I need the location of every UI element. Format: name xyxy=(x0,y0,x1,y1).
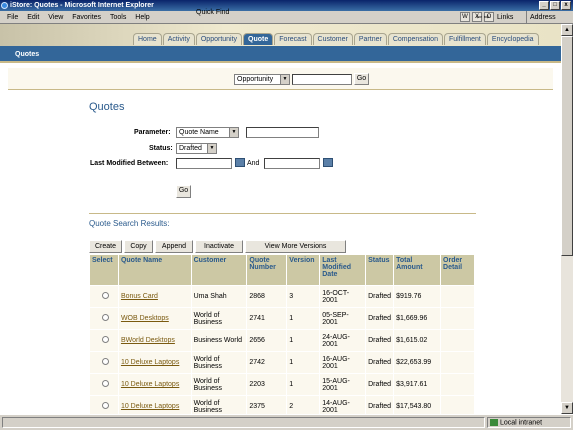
zone-indicator: Local intranet xyxy=(490,419,542,426)
quote-number-cell: 2741 xyxy=(246,307,288,330)
column-header[interactable]: Version xyxy=(286,254,321,286)
order-detail-cell xyxy=(440,373,475,396)
column-header[interactable]: Quote Number xyxy=(246,254,288,286)
quote-name-link[interactable]: 10 Deluxe Laptops xyxy=(121,359,179,366)
status-cell: Drafted xyxy=(365,307,395,330)
column-header[interactable]: Quote Name xyxy=(117,254,192,286)
column-header[interactable]: Last Modified Date xyxy=(319,254,367,286)
column-header[interactable]: Customer xyxy=(190,254,248,286)
quote-name-link[interactable]: 10 Deluxe Laptops xyxy=(121,381,179,388)
quote-number-cell: 2375 xyxy=(246,395,288,414)
amount-cell: $919.76 xyxy=(393,285,442,308)
vertical-scrollbar[interactable]: ▲ ▼ xyxy=(561,24,573,414)
version-cell: 1 xyxy=(286,329,321,352)
date-cell: 16-AUG-2001 xyxy=(319,351,367,374)
status-text-pane xyxy=(2,417,485,428)
column-header[interactable]: Select xyxy=(89,254,119,286)
version-cell: 3 xyxy=(286,285,321,308)
column-header[interactable]: Status xyxy=(365,254,395,286)
order-detail-cell xyxy=(440,307,475,330)
customer-cell: World of Business xyxy=(190,373,248,396)
status-cell: Drafted xyxy=(365,351,395,374)
table-header-row: Select Quote Name Customer Quote Number … xyxy=(89,254,475,286)
table-row: 10 Deluxe Laptops World of Business 2742… xyxy=(89,351,475,374)
version-cell: 1 xyxy=(286,351,321,374)
order-detail-cell xyxy=(440,285,475,308)
customer-cell: World of Business xyxy=(190,351,248,374)
amount-cell: $3,917.61 xyxy=(393,373,442,396)
version-cell: 2 xyxy=(286,395,321,414)
order-detail-cell xyxy=(440,395,475,414)
status-cell: Drafted xyxy=(365,285,395,308)
order-detail-cell xyxy=(440,329,475,352)
row-select-radio[interactable] xyxy=(102,380,109,387)
date-cell: 14-AUG-2001 xyxy=(319,395,367,414)
order-detail-cell xyxy=(440,351,475,374)
row-select-radio[interactable] xyxy=(102,358,109,365)
date-cell: 15-AUG-2001 xyxy=(319,373,367,396)
column-header[interactable]: Order Detail xyxy=(440,254,475,286)
amount-cell: $17,543.80 xyxy=(393,395,442,414)
column-header[interactable]: Total Amount xyxy=(393,254,442,286)
quote-name-link[interactable]: BWorld Desktops xyxy=(121,337,175,344)
intranet-zone-icon xyxy=(490,419,498,426)
quote-name-link[interactable]: Bonus Card xyxy=(121,293,158,300)
status-cell: Drafted xyxy=(365,395,395,414)
quote-results-table: Select Quote Name Customer Quote Number … xyxy=(89,254,475,414)
row-select-radio[interactable] xyxy=(102,292,109,299)
customer-cell: Uma Shah xyxy=(190,285,248,308)
table-row: 10 Deluxe Laptops World of Business 2203… xyxy=(89,373,475,396)
date-cell: 05-SEP-2001 xyxy=(319,307,367,330)
amount-cell: $1,669.96 xyxy=(393,307,442,330)
version-cell: 1 xyxy=(286,373,321,396)
table-row: WOB Desktops World of Business 2741 1 05… xyxy=(89,307,475,330)
amount-cell: $22,653.99 xyxy=(393,351,442,374)
amount-cell: $1,615.02 xyxy=(393,329,442,352)
customer-cell: World of Business xyxy=(190,395,248,414)
table-row: Bonus Card Uma Shah 2868 3 16-OCT-2001 D… xyxy=(89,285,475,308)
status-bar: Local intranet xyxy=(0,414,573,430)
quote-name-link[interactable]: WOB Desktops xyxy=(121,315,169,322)
row-select-radio[interactable] xyxy=(102,314,109,321)
status-cell: Drafted xyxy=(365,373,395,396)
scroll-up-icon[interactable]: ▲ xyxy=(561,24,573,36)
row-select-radio[interactable] xyxy=(102,402,109,409)
customer-cell: World of Business xyxy=(190,307,248,330)
table-row: 10 Deluxe Laptops World of Business 2375… xyxy=(89,395,475,414)
table-row: BWorld Desktops Business World 2656 1 24… xyxy=(89,329,475,352)
quote-number-cell: 2656 xyxy=(246,329,288,352)
date-cell: 24-AUG-2001 xyxy=(319,329,367,352)
zone-label: Local intranet xyxy=(500,419,543,427)
quote-name-link[interactable]: 10 Deluxe Laptops xyxy=(121,403,179,410)
status-cell: Drafted xyxy=(365,329,395,352)
customer-cell: Business World xyxy=(190,329,248,352)
row-select-radio[interactable] xyxy=(102,336,109,343)
quote-number-cell: 2868 xyxy=(246,285,288,308)
version-cell: 1 xyxy=(286,307,321,330)
quote-number-cell: 2203 xyxy=(246,373,288,396)
quote-number-cell: 2742 xyxy=(246,351,288,374)
scroll-down-icon[interactable]: ▼ xyxy=(561,402,573,414)
date-cell: 16-OCT-2001 xyxy=(319,285,367,308)
scroll-thumb[interactable] xyxy=(561,36,573,256)
